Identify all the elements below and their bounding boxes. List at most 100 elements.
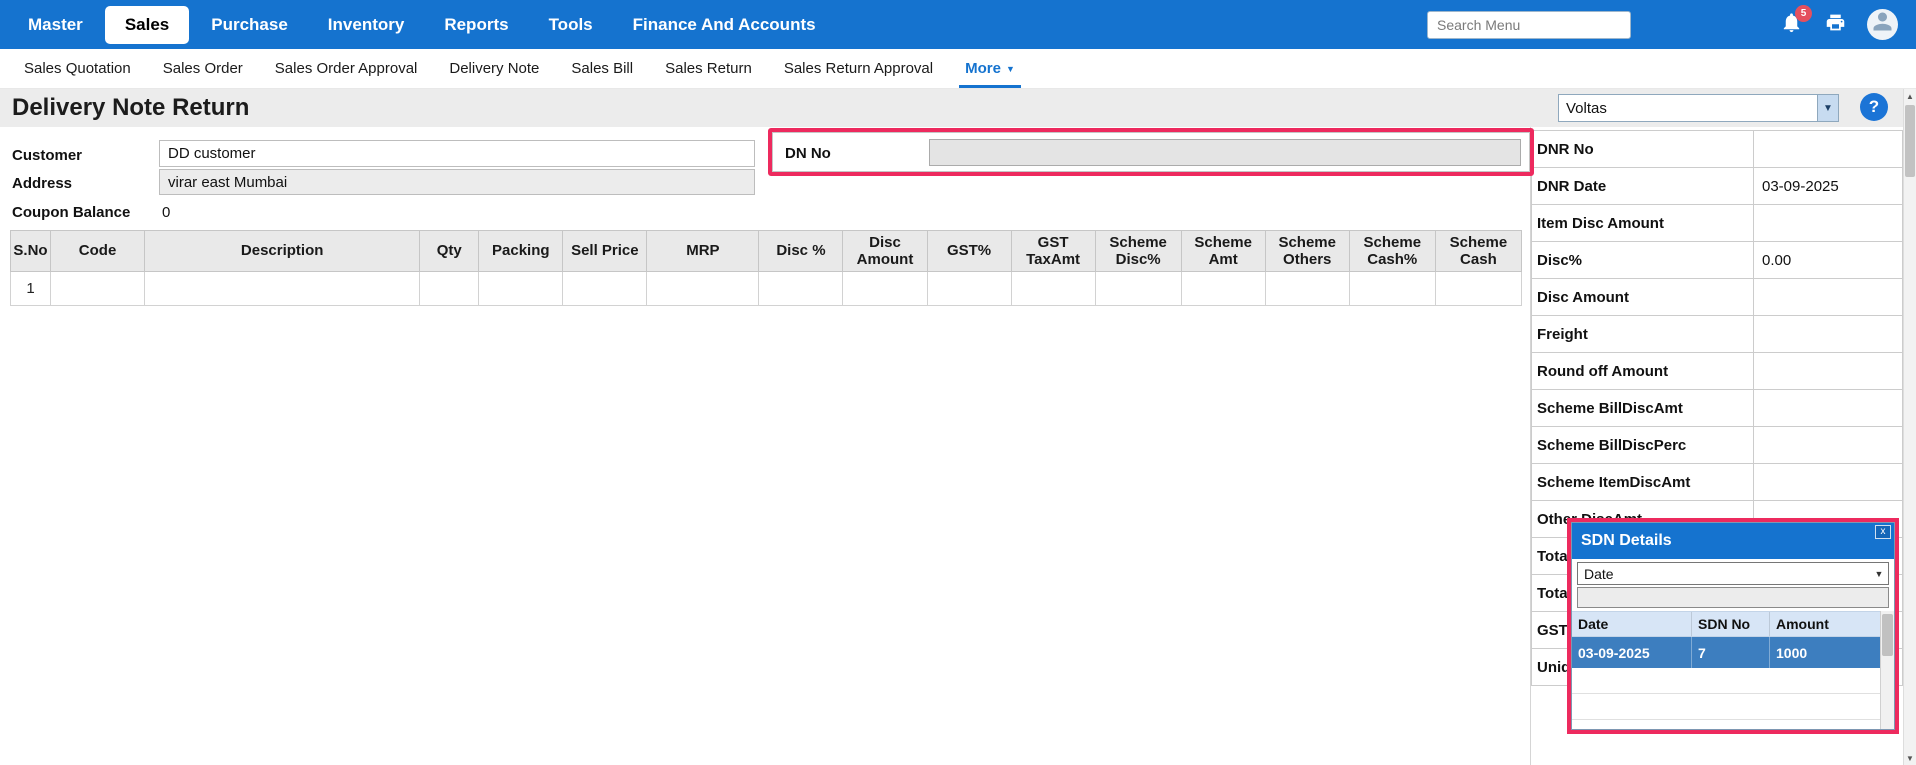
menu-sales[interactable]: Sales: [105, 6, 189, 44]
address-input[interactable]: [159, 169, 755, 195]
cell-scheme-amt[interactable]: [1181, 272, 1265, 306]
col-disc-pct: Disc %: [759, 231, 843, 272]
sdn-details-popup: SDN Details x Date ▼ Date SDN No Amount …: [1571, 522, 1895, 730]
col-qty: Qty: [420, 231, 479, 272]
address-label: Address: [12, 175, 72, 192]
chevron-down-icon: ▼: [1870, 569, 1888, 579]
summary-row: Freight: [1531, 316, 1903, 353]
cell-gst-pct[interactable]: [927, 272, 1011, 306]
dnr-no-value[interactable]: [1754, 131, 1903, 168]
tab-sales-quotation[interactable]: Sales Quotation: [8, 49, 147, 88]
tab-sales-return[interactable]: Sales Return: [649, 49, 768, 88]
cell-sno: 1: [11, 272, 51, 306]
col-scheme-cash-pct: Scheme Cash%: [1349, 231, 1435, 272]
more-label: More: [965, 60, 1001, 77]
dn-no-label: DN No: [785, 145, 831, 162]
menu-tools[interactable]: Tools: [529, 0, 613, 49]
sdn-list: Date SDN No Amount 03-09-2025 7 1000: [1572, 611, 1894, 729]
sdn-popup-title: SDN Details: [1581, 532, 1672, 550]
tab-sales-return-approval[interactable]: Sales Return Approval: [768, 49, 949, 88]
scheme-billdiscperc-value[interactable]: [1754, 427, 1903, 464]
round-off-amount-value[interactable]: [1754, 353, 1903, 390]
scroll-up-icon[interactable]: ▲: [1904, 89, 1916, 103]
cell-scheme-cash[interactable]: [1435, 272, 1521, 306]
sdn-scrollbar-thumb[interactable]: [1882, 614, 1893, 656]
disc-amount-value[interactable]: [1754, 279, 1903, 316]
notification-badge: 5: [1795, 5, 1812, 22]
tab-sales-order-approval[interactable]: Sales Order Approval: [259, 49, 434, 88]
dn-no-highlight-annotation: DN No: [768, 128, 1534, 176]
cell-disc-pct[interactable]: [759, 272, 843, 306]
sdn-row-date: 03-09-2025: [1572, 637, 1692, 668]
customer-input[interactable]: [159, 140, 755, 167]
cell-scheme-others[interactable]: [1265, 272, 1349, 306]
summary-row: DNR Date03-09-2025: [1531, 168, 1903, 205]
cell-sell-price[interactable]: [563, 272, 647, 306]
print-button[interactable]: [1821, 11, 1849, 39]
sdn-popup-header: SDN Details x: [1572, 523, 1894, 559]
top-navbar: Master Sales Purchase Inventory Reports …: [0, 0, 1916, 49]
tab-more[interactable]: More ▼: [949, 49, 1031, 88]
page-scrollbar[interactable]: ▲ ▼: [1903, 89, 1916, 765]
scheme-billdiscamt-value[interactable]: [1754, 390, 1903, 427]
search-input[interactable]: [1427, 11, 1631, 39]
sdn-row-amount: 1000: [1770, 637, 1894, 668]
main-menu: Master Sales Purchase Inventory Reports …: [8, 0, 836, 49]
sdn-row-selected[interactable]: 03-09-2025 7 1000: [1572, 637, 1894, 668]
cell-disc-amount[interactable]: [843, 272, 927, 306]
cell-mrp[interactable]: [647, 272, 759, 306]
dn-no-input[interactable]: [929, 139, 1521, 166]
summary-row: Item Disc Amount: [1531, 205, 1903, 242]
cell-scheme-cash-pct[interactable]: [1349, 272, 1435, 306]
sdn-row-empty: [1572, 668, 1894, 694]
sdn-list-header: Date SDN No Amount: [1572, 611, 1894, 637]
summary-row: Scheme ItemDiscAmt: [1531, 464, 1903, 501]
sdn-scrollbar[interactable]: [1880, 611, 1894, 729]
items-table-row[interactable]: 1: [11, 272, 1522, 306]
customer-label: Customer: [12, 147, 82, 164]
help-icon: ?: [1869, 97, 1879, 117]
sdn-row-empty: [1572, 694, 1894, 720]
menu-purchase[interactable]: Purchase: [191, 0, 308, 49]
col-sell-price: Sell Price: [563, 231, 647, 272]
scroll-down-icon[interactable]: ▼: [1904, 751, 1916, 765]
items-table-header-row: S.No Code Description Qty Packing Sell P…: [11, 231, 1522, 272]
item-disc-amount-value[interactable]: [1754, 205, 1903, 242]
page-scrollbar-thumb[interactable]: [1905, 105, 1915, 177]
tab-sales-bill[interactable]: Sales Bill: [555, 49, 649, 88]
chevron-down-icon[interactable]: ▼: [1817, 95, 1838, 121]
freight-value[interactable]: [1754, 316, 1903, 353]
more-active-underline: [959, 85, 1021, 88]
scheme-itemdiscamt-value[interactable]: [1754, 464, 1903, 501]
company-select[interactable]: Voltas ▼: [1558, 94, 1839, 122]
close-icon[interactable]: x: [1875, 525, 1891, 539]
cell-scheme-disc-pct[interactable]: [1095, 272, 1181, 306]
col-sno: S.No: [11, 231, 51, 272]
col-scheme-cash: Scheme Cash: [1435, 231, 1521, 272]
sdn-search-input[interactable]: [1577, 587, 1889, 608]
menu-master[interactable]: Master: [8, 0, 103, 49]
cell-description[interactable]: [145, 272, 420, 306]
user-avatar[interactable]: [1867, 9, 1898, 40]
disc-pct-value[interactable]: 0.00: [1754, 242, 1903, 279]
sdn-filter-select[interactable]: Date ▼: [1577, 562, 1889, 585]
menu-reports[interactable]: Reports: [424, 0, 528, 49]
tab-sales-order[interactable]: Sales Order: [147, 49, 259, 88]
cell-qty[interactable]: [420, 272, 479, 306]
help-button[interactable]: ?: [1860, 93, 1888, 121]
scheme-billdiscamt-label: Scheme BillDiscAmt: [1531, 390, 1754, 427]
coupon-balance-label: Coupon Balance: [12, 204, 130, 221]
dnr-no-label: DNR No: [1531, 131, 1754, 168]
notifications-button[interactable]: 5: [1777, 11, 1805, 39]
cell-gst-taxamt[interactable]: [1011, 272, 1095, 306]
cell-packing[interactable]: [479, 272, 563, 306]
person-icon: [1869, 9, 1896, 40]
dnr-date-value[interactable]: 03-09-2025: [1754, 168, 1903, 205]
menu-finance-and-accounts[interactable]: Finance And Accounts: [613, 0, 836, 49]
chevron-down-icon: ▼: [1006, 64, 1015, 74]
tab-delivery-note[interactable]: Delivery Note: [433, 49, 555, 88]
menu-inventory[interactable]: Inventory: [308, 0, 425, 49]
summary-row: Scheme BillDiscPerc: [1531, 427, 1903, 464]
cell-code[interactable]: [51, 272, 145, 306]
scheme-billdiscperc-label: Scheme BillDiscPerc: [1531, 427, 1754, 464]
